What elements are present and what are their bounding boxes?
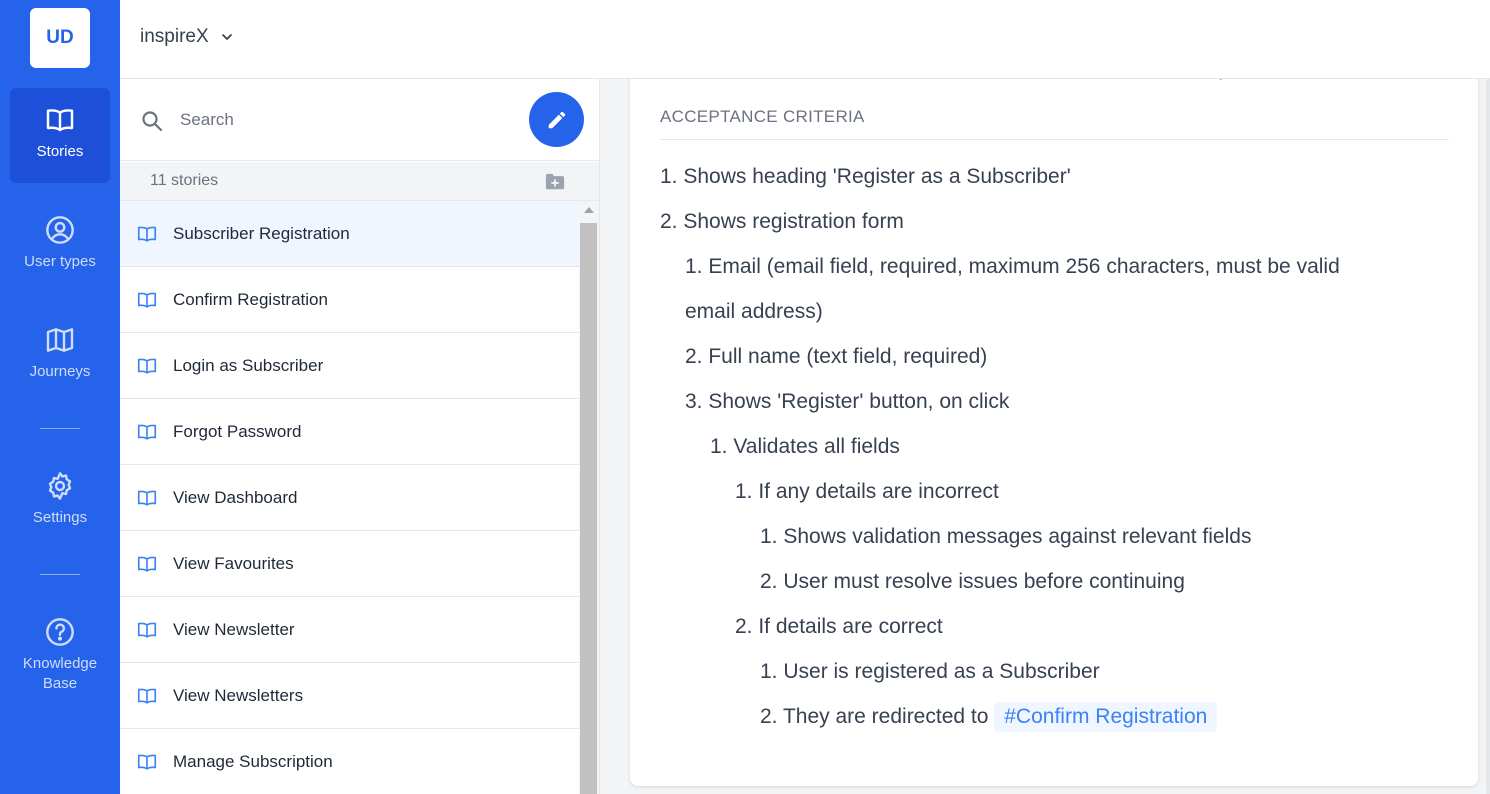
criteria-line: email address) — [660, 289, 1449, 334]
nav-item-journeys[interactable]: Journeys — [10, 308, 110, 398]
criteria-line: 2. User must resolve issues before conti… — [660, 559, 1449, 604]
story-detail: ACCEPTANCE CRITERIA 1. Shows heading 'Re… — [600, 79, 1490, 794]
nav-divider — [40, 574, 80, 575]
criteria-text: 2. Full name (text field, required) — [685, 345, 988, 368]
book-open-icon — [137, 358, 157, 374]
acceptance-criteria-list: 1. Shows heading 'Register as a Subscrib… — [660, 154, 1449, 739]
workspace-logo[interactable]: UD — [30, 8, 90, 68]
criteria-text: 1. Shows heading 'Register as a Subscrib… — [660, 165, 1071, 188]
user-circle-icon — [46, 216, 74, 244]
top-bar: inspireX — [120, 0, 1490, 79]
story-item[interactable]: View Newsletters — [120, 663, 579, 729]
story-title: Manage Subscription — [173, 751, 333, 771]
nav-label-settings: Settings — [32, 509, 88, 526]
criteria-line: 1. If any details are incorrect — [660, 469, 1449, 514]
gear-icon — [48, 472, 72, 500]
book-open-icon — [137, 424, 157, 440]
story-title: View Dashboard — [173, 487, 298, 507]
scrolled-text-remnant — [660, 79, 1360, 81]
story-count: 11 stories — [150, 172, 219, 189]
nav-label-knowledge-base: Knowledge Base — [22, 655, 98, 692]
story-count-bar: 11 stories — [120, 162, 599, 201]
criteria-line: 1. User is registered as a Subscriber — [660, 649, 1449, 694]
nav-label-stories: Stories — [36, 143, 84, 160]
story-title: Confirm Registration — [173, 289, 328, 309]
story-mention-link[interactable]: #Confirm Registration — [994, 702, 1218, 732]
criteria-text: 3. Shows 'Register' button, on click — [685, 390, 1010, 413]
nav-item-settings[interactable]: Settings — [10, 454, 110, 544]
search-input[interactable] — [180, 107, 500, 133]
criteria-line: 1. Shows validation messages against rel… — [660, 514, 1449, 559]
new-folder-icon[interactable] — [544, 172, 566, 192]
nav-rail: UD Stories User types Journeys Settings … — [0, 0, 120, 794]
criteria-text: 1. Validates all fields — [710, 435, 900, 458]
criteria-text: 1. Email (email field, required, maximum… — [685, 255, 1340, 278]
story-item[interactable]: Confirm Registration — [120, 267, 579, 333]
story-title: View Newsletters — [173, 685, 304, 705]
criteria-line: 1. Shows heading 'Register as a Subscrib… — [660, 154, 1449, 199]
new-story-button[interactable] — [529, 92, 584, 147]
criteria-text: 1. User is registered as a Subscriber — [760, 660, 1100, 683]
nav-item-user-types[interactable]: User types — [10, 198, 110, 288]
pencil-icon — [548, 111, 565, 128]
question-circle-icon — [46, 618, 74, 646]
story-list: Subscriber Registration Confirm Registra… — [120, 201, 579, 794]
nav-label-journeys: Journeys — [29, 363, 91, 380]
acceptance-criteria-heading: ACCEPTANCE CRITERIA — [660, 107, 1449, 140]
story-item[interactable]: View Favourites — [120, 531, 579, 597]
criteria-text: 2. If details are correct — [735, 615, 943, 638]
story-item[interactable]: View Dashboard — [120, 465, 579, 531]
project-name: inspireX — [140, 26, 209, 47]
story-item[interactable]: Login as Subscriber — [120, 333, 579, 399]
story-title: View Favourites — [173, 553, 294, 573]
criteria-text: 1. If any details are incorrect — [735, 480, 999, 503]
book-open-icon — [46, 109, 74, 132]
nav-label-user-types: User types — [24, 253, 96, 270]
criteria-line: 1. Email (email field, required, maximum… — [660, 244, 1449, 289]
nav-divider — [40, 428, 80, 429]
book-open-icon — [137, 556, 157, 572]
story-item[interactable]: View Newsletter — [120, 597, 579, 663]
book-open-icon — [137, 226, 157, 242]
criteria-line: 3. Shows 'Register' button, on click — [660, 379, 1449, 424]
search-icon — [142, 111, 163, 132]
story-title: Forgot Password — [173, 421, 302, 441]
book-open-icon — [137, 490, 157, 506]
story-title: Login as Subscriber — [173, 355, 324, 375]
criteria-text: email address) — [685, 300, 823, 323]
story-title: View Newsletter — [173, 619, 295, 639]
search-bar — [120, 79, 599, 161]
criteria-line: 2. Full name (text field, required) — [660, 334, 1449, 379]
book-open-icon — [137, 622, 157, 638]
story-list-scrollbar[interactable] — [579, 201, 599, 794]
criteria-text: 2. User must resolve issues before conti… — [760, 570, 1185, 593]
criteria-text: 1. Shows validation messages against rel… — [760, 525, 1252, 548]
criteria-line: 2. If details are correct — [660, 604, 1449, 649]
book-open-icon — [137, 754, 157, 770]
project-switcher[interactable]: inspireX — [140, 26, 235, 48]
criteria-line: 2. Shows registration form — [660, 199, 1449, 244]
story-item[interactable]: Forgot Password — [120, 399, 579, 465]
stories-panel: 11 stories Subscriber Registration Confi… — [120, 79, 600, 794]
book-open-icon — [137, 292, 157, 308]
story-title: Subscriber Registration — [173, 223, 350, 243]
scroll-thumb[interactable] — [580, 223, 597, 794]
map-icon — [46, 328, 74, 352]
criteria-line: 1. Validates all fields — [660, 424, 1449, 469]
story-item[interactable]: Subscriber Registration — [120, 201, 579, 267]
criteria-text: 2. They are redirected to — [760, 705, 995, 728]
chevron-down-icon — [221, 34, 232, 40]
scroll-up-arrow-icon[interactable] — [584, 207, 594, 213]
criteria-text: 2. Shows registration form — [660, 210, 904, 233]
detail-scrollbar[interactable] — [1486, 79, 1490, 794]
nav-item-stories[interactable]: Stories — [10, 88, 110, 183]
book-open-icon — [137, 688, 157, 704]
nav-item-knowledge-base[interactable]: Knowledge Base — [10, 600, 110, 710]
criteria-line: 2. They are redirected to #Confirm Regis… — [660, 694, 1449, 739]
story-card: ACCEPTANCE CRITERIA 1. Shows heading 'Re… — [630, 79, 1478, 786]
story-item[interactable]: Manage Subscription — [120, 729, 579, 794]
